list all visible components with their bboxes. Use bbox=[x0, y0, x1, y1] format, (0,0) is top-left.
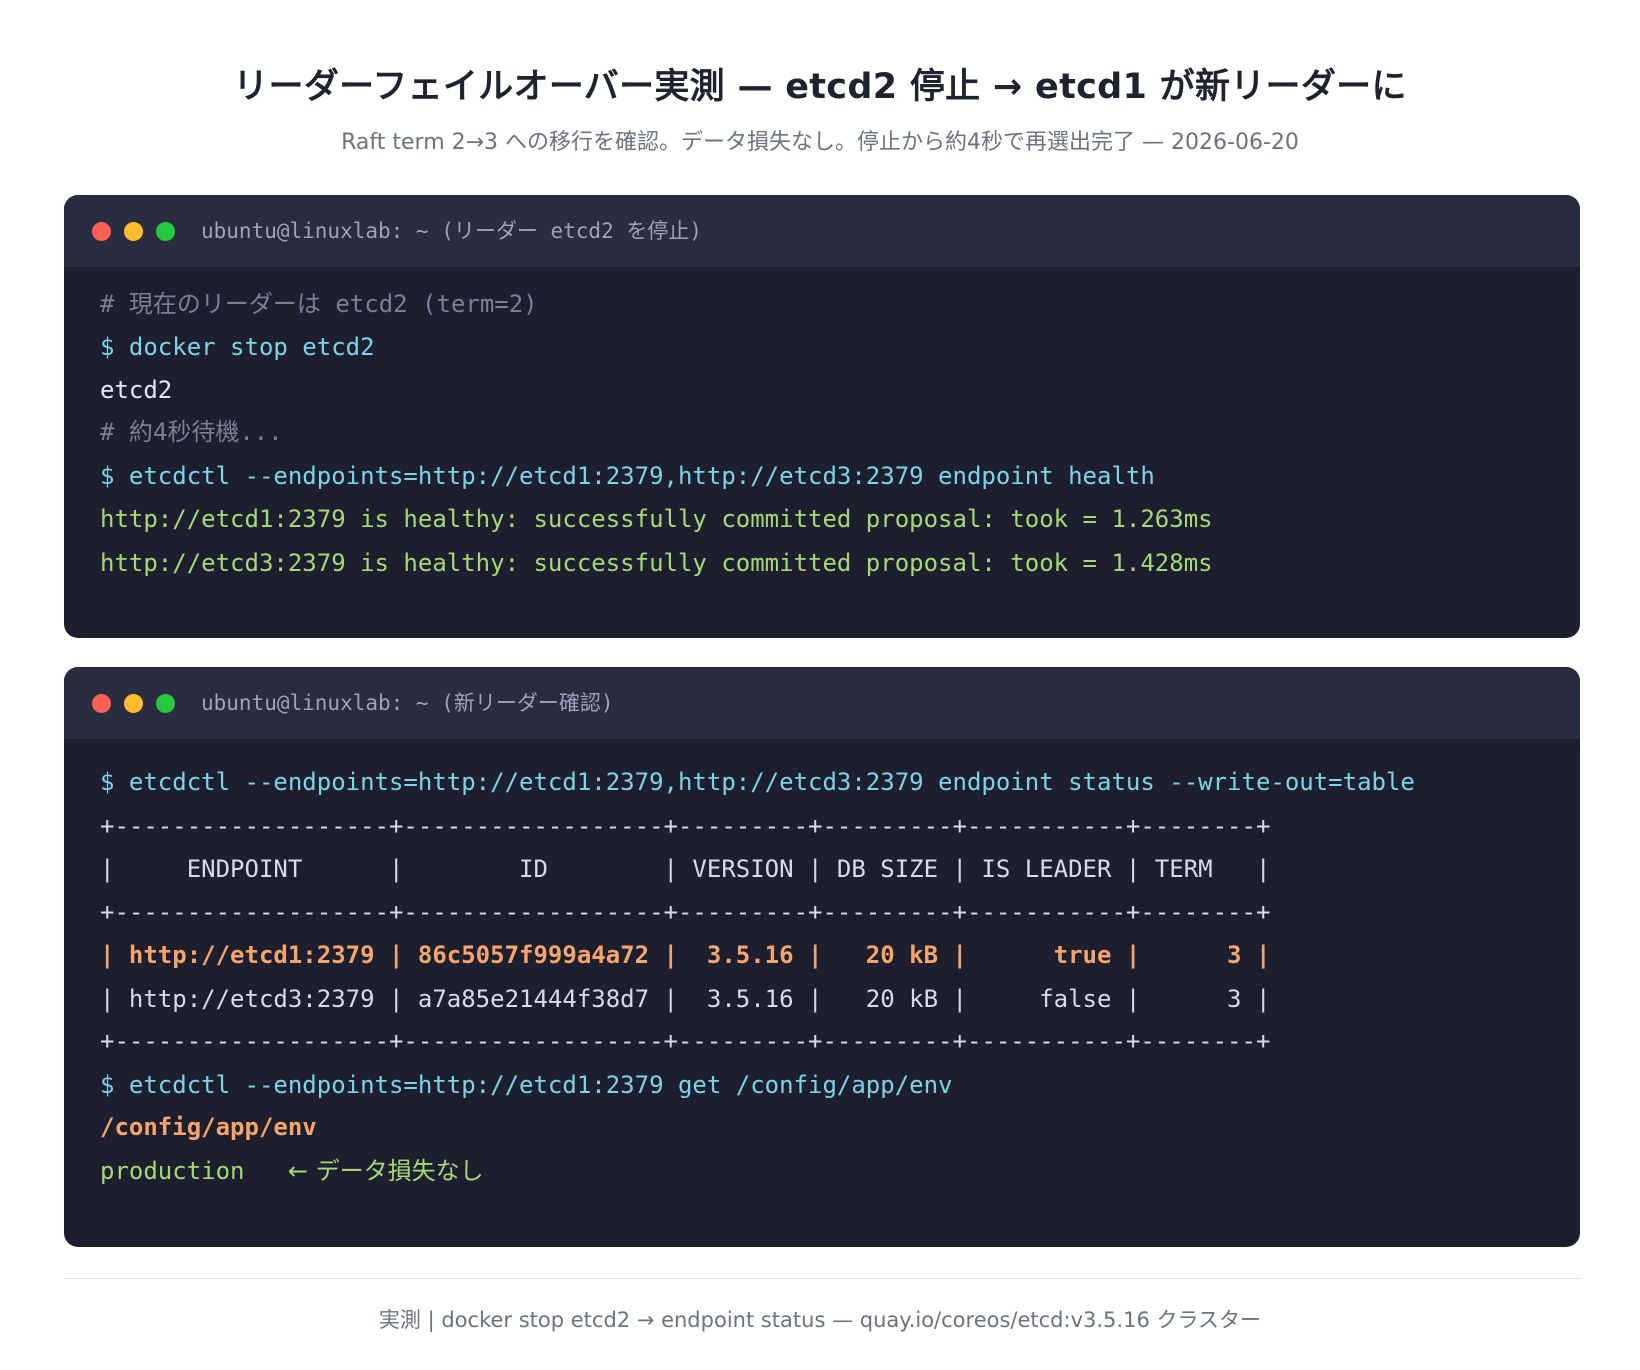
health-output-line: http://etcd1:2379 is healthy: successful… bbox=[100, 505, 1213, 533]
comment-line: # 現在のリーダーは etcd2 (term=2) bbox=[100, 290, 538, 318]
close-dot-icon[interactable] bbox=[92, 694, 111, 713]
command-line: $ etcdctl --endpoints=http://etcd1:2379,… bbox=[100, 462, 1155, 490]
page-subtitle: Raft term 2→3 への移行を確認。データ損失なし。停止から約4秒で再選… bbox=[341, 130, 1299, 155]
terminal-titlebar: ubuntu@linuxlab: ~ (リーダー etcd2 を停止) bbox=[64, 195, 1580, 267]
value-text: production bbox=[100, 1157, 245, 1185]
page-title: リーダーフェイルオーバー実測 — etcd2 停止 → etcd1 が新リーダー… bbox=[233, 67, 1407, 107]
table-row-leader: | http://etcd1:2379 | 86c5057f999a4a72 |… bbox=[100, 941, 1271, 969]
comment-line: # 約4秒待機... bbox=[100, 418, 283, 446]
terminal-titlebar: ubuntu@linuxlab: ~ (新リーダー確認) bbox=[64, 667, 1580, 739]
command-line: $ etcdctl --endpoints=http://etcd1:2379,… bbox=[100, 768, 1415, 796]
table-header: | ENDPOINT | ID | VERSION | DB SIZE | IS… bbox=[100, 855, 1271, 883]
data-loss-annotation: ← データ損失なし bbox=[287, 1157, 484, 1185]
command-line: $ etcdctl --endpoints=http://etcd1:2379 … bbox=[100, 1071, 953, 1099]
table-border: +-------------------+------------------+… bbox=[100, 812, 1271, 840]
maximize-dot-icon[interactable] bbox=[156, 222, 175, 241]
value-output-line: production ← データ損失なし bbox=[100, 1156, 484, 1186]
terminal-title: ubuntu@linuxlab: ~ (リーダー etcd2 を停止) bbox=[201, 219, 703, 243]
minimize-dot-icon[interactable] bbox=[124, 222, 143, 241]
command-line: $ docker stop etcd2 bbox=[100, 333, 375, 361]
output-line: etcd2 bbox=[100, 376, 173, 404]
health-output-line: http://etcd3:2379 is healthy: successful… bbox=[100, 549, 1213, 577]
footer-divider bbox=[64, 1278, 1580, 1279]
table-border: +-------------------+------------------+… bbox=[100, 898, 1271, 926]
table-border: +-------------------+------------------+… bbox=[100, 1027, 1271, 1055]
maximize-dot-icon[interactable] bbox=[156, 694, 175, 713]
table-row: | http://etcd3:2379 | a7a85e21444f38d7 |… bbox=[100, 985, 1271, 1013]
minimize-dot-icon[interactable] bbox=[124, 694, 143, 713]
terminal-title: ubuntu@linuxlab: ~ (新リーダー確認) bbox=[201, 691, 614, 715]
close-dot-icon[interactable] bbox=[92, 222, 111, 241]
terminal-window-stop-leader: ubuntu@linuxlab: ~ (リーダー etcd2 を停止) # 現在… bbox=[64, 195, 1580, 638]
key-output-line: /config/app/env bbox=[100, 1113, 317, 1141]
terminal-window-new-leader: ubuntu@linuxlab: ~ (新リーダー確認) $ etcdctl -… bbox=[64, 667, 1580, 1247]
footer-caption: 実測 | docker stop etcd2 → endpoint status… bbox=[378, 1308, 1262, 1332]
